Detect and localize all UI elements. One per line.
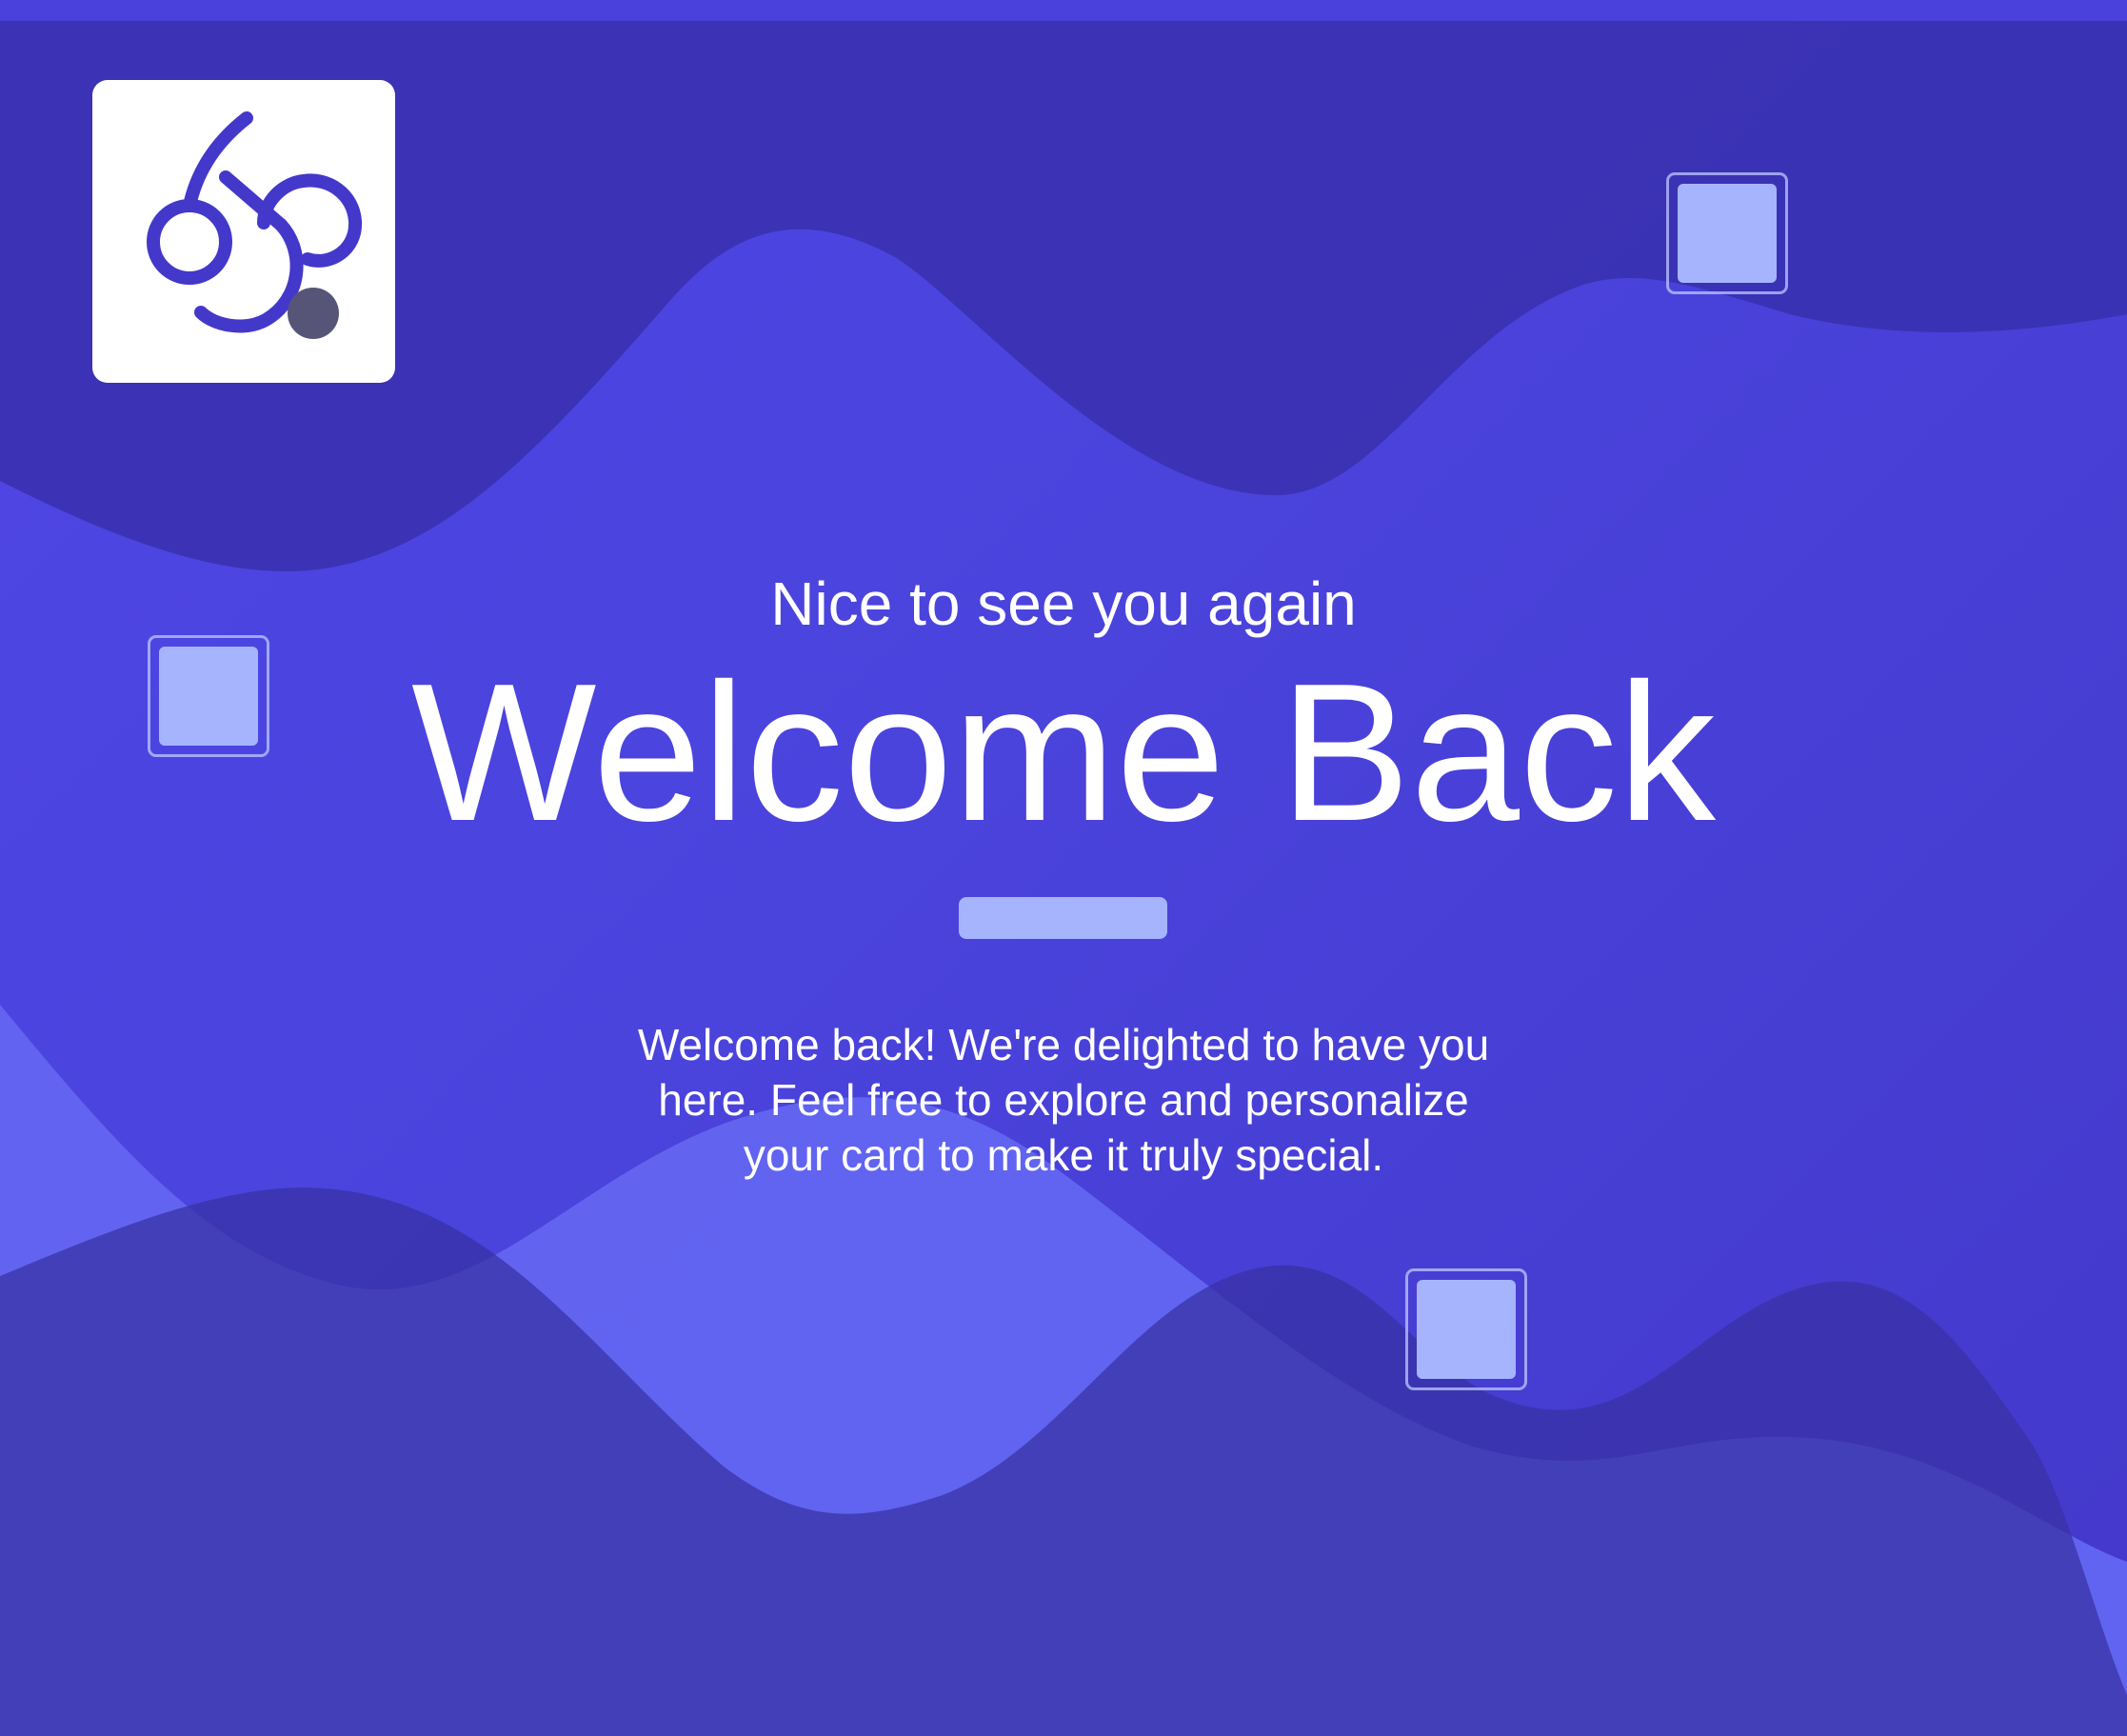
page-title: Welcome Back — [411, 643, 1716, 862]
square-decoration — [1666, 172, 1788, 294]
abstract-swirl-logo-icon — [147, 111, 363, 339]
welcome-message: Welcome back! We're delighted to have yo… — [637, 1020, 1490, 1180]
logo — [92, 80, 395, 383]
greeting-subtitle: Nice to see you again — [770, 569, 1357, 638]
square-decoration — [1405, 1268, 1527, 1390]
title-divider — [959, 897, 1167, 939]
square-fill — [1417, 1280, 1516, 1379]
welcome-card: Nice to see you again Welcome Back Welco… — [0, 0, 2127, 1736]
square-fill — [1678, 184, 1777, 283]
